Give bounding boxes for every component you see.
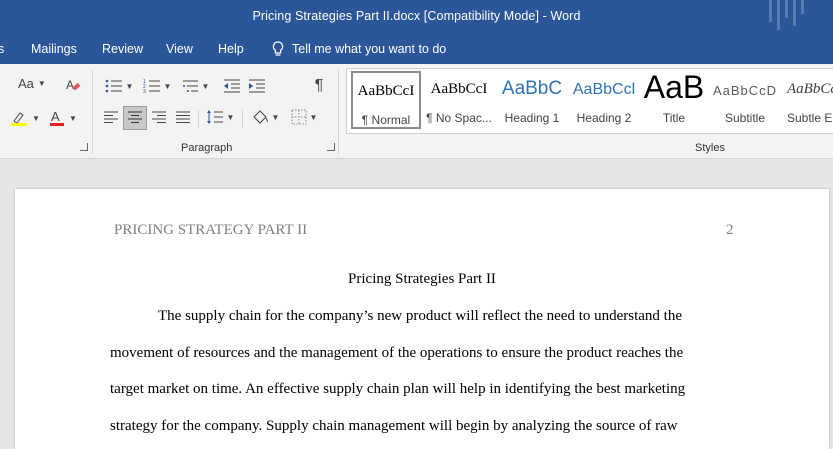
style-no-spacing[interactable]: AaBbCcI ¶ No Spac... <box>423 71 495 129</box>
tell-me-text: Tell me what you want to do <box>292 42 447 56</box>
ribbon: Aa ▼ A ▼ A ▼ ▼ 123 ▼ ▼ ¶ ▼ ▼ ▼ Paragraph… <box>0 64 833 159</box>
style-heading-2[interactable]: AaBbCcl Heading 2 <box>569 71 639 129</box>
style-normal[interactable]: AaBbCcI ¶ Normal <box>351 71 421 129</box>
bullets-button[interactable]: ▼ <box>102 76 136 96</box>
style-heading-1[interactable]: AaBbC Heading 1 <box>497 71 567 129</box>
paragraph-group-label: Paragraph <box>181 142 233 154</box>
style-subtle-emphasis[interactable]: AaBbCc Subtle Em <box>783 71 833 129</box>
styles-gallery: AaBbCcI ¶ Normal AaBbCcI ¶ No Spac... Aa… <box>346 68 833 134</box>
ribbon-tabs: s Mailings Review View Help Tell me what… <box>0 34 833 64</box>
font-color-button[interactable]: A ▼ <box>48 108 78 128</box>
borders-icon <box>291 109 307 125</box>
font-dialog-launcher[interactable] <box>80 143 88 151</box>
style-title[interactable]: AaB Title <box>641 71 707 129</box>
font-color-icon: A <box>50 109 65 126</box>
window-title: Pricing Strategies Part II.docx [Compati… <box>252 9 581 23</box>
align-center-button[interactable] <box>123 106 147 130</box>
align-left-icon[interactable] <box>102 108 120 126</box>
document-title: Pricing Strategies Part II <box>348 271 496 287</box>
title-bar: Pricing Strategies Part II.docx [Compati… <box>0 0 833 34</box>
chevron-down-icon: ▼ <box>37 79 46 88</box>
multilevel-list-button[interactable]: ▼ <box>178 76 212 96</box>
style-subtitle[interactable]: AaBbCcD Subtitle <box>709 71 781 129</box>
pilcrow-icon: ¶ <box>314 77 324 94</box>
show-formatting-marks-button[interactable]: ¶ <box>310 76 328 96</box>
paragraph-line: strategy for the company. Supply chain m… <box>110 418 678 434</box>
tab-view[interactable]: View <box>166 42 193 56</box>
title-bar-decoration <box>765 0 825 34</box>
styles-group-label: Styles <box>695 142 725 154</box>
line-spacing-icon <box>206 110 223 124</box>
svg-text:3: 3 <box>143 89 146 94</box>
running-head: PRICING STRATEGY PART II <box>114 222 308 238</box>
align-center-icon <box>128 111 142 123</box>
paragraph-line: The supply chain for the company’s new p… <box>158 308 683 324</box>
tab-references-partial[interactable]: s <box>0 42 4 56</box>
numbered-list-icon: 123 <box>143 79 160 94</box>
svg-text:A: A <box>51 109 60 124</box>
line-spacing-button[interactable]: ▼ <box>204 108 236 126</box>
clear-formatting-icon[interactable]: A <box>64 76 82 94</box>
paragraph-line: target market on time. An effective supp… <box>110 381 686 397</box>
align-right-icon[interactable] <box>150 108 168 126</box>
justify-icon[interactable] <box>174 108 192 126</box>
tell-me-search[interactable]: Tell me what you want to do <box>272 41 446 57</box>
multilevel-list-icon <box>182 80 198 92</box>
tab-help[interactable]: Help <box>218 42 244 56</box>
highlighter-icon <box>11 112 28 126</box>
svg-text:A: A <box>66 78 74 92</box>
paragraph-line: movement of resources and the management… <box>110 345 684 361</box>
tab-mailings[interactable]: Mailings <box>31 42 77 56</box>
change-case-button[interactable]: Aa ▼ <box>18 76 46 91</box>
tab-review[interactable]: Review <box>102 42 143 56</box>
bullet-list-icon <box>105 79 122 93</box>
increase-indent-icon[interactable] <box>247 76 267 96</box>
paragraph-dialog-launcher[interactable] <box>327 143 335 151</box>
page-number: 2 <box>726 222 734 238</box>
lightbulb-icon <box>272 41 284 56</box>
document-page[interactable]: PRICING STRATEGY PART II 2 Pricing Strat… <box>15 189 829 449</box>
numbering-button[interactable]: 123 ▼ <box>140 76 174 96</box>
highlight-color-button[interactable]: ▼ <box>10 108 40 128</box>
shading-button[interactable]: ▼ <box>249 108 281 126</box>
decrease-indent-icon[interactable] <box>222 76 242 96</box>
paint-bucket-icon <box>252 110 268 124</box>
borders-button[interactable]: ▼ <box>288 108 320 126</box>
